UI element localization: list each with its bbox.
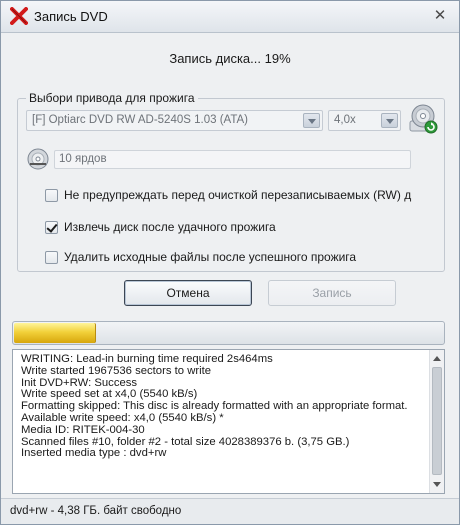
burn-dvd-window: Запись DVD ✕ Запись диска... 19% Выбори … (0, 0, 460, 525)
delete-source-label: Удалить исходные файлы после успешного п… (64, 250, 357, 264)
chevron-down-icon[interactable] (381, 113, 398, 128)
log-line: Scanned files #10, folder #2 - total siz… (21, 436, 350, 448)
copies-field[interactable]: 10 ярдов (54, 150, 411, 169)
burn-log[interactable]: WRITING: Lead-in burning time required 2… (12, 349, 445, 494)
speed-select[interactable]: 4,0x (328, 110, 401, 131)
log-line: Init DVD+RW: Success (21, 377, 138, 389)
cancel-button[interactable]: Отмена (124, 280, 252, 306)
log-scrollbar[interactable] (429, 350, 444, 493)
no-warn-erase-checkbox[interactable] (45, 189, 58, 202)
free-space-text: dvd+rw - 4,38 ГБ. байт свободно (10, 505, 182, 517)
no-warn-erase-label: Не предупреждать перед очисткой перезапи… (64, 188, 412, 202)
log-line: Write speed set at x4,0 (5540 kB/s) (21, 389, 198, 401)
drive-select[interactable]: [F] Optiarc DVD RW AD-5240S 1.03 (ATA) (26, 110, 323, 131)
speed-select-value: 4,0x (334, 114, 356, 126)
status-bar: dvd+rw - 4,38 ГБ. байт свободно (1, 498, 459, 524)
log-line: Inserted media type : dvd+rw (21, 448, 167, 460)
progress-fill (14, 323, 96, 343)
delete-source-checkbox[interactable] (45, 251, 58, 264)
burn-progress-bar (12, 321, 445, 345)
scroll-thumb[interactable] (432, 367, 442, 475)
disc-icon (27, 148, 49, 170)
copies-field-value: 10 ярдов (59, 153, 107, 165)
red-x-icon (10, 7, 28, 25)
write-button[interactable]: Запись (268, 280, 396, 306)
log-line: Write started 1967536 sectors to write (21, 365, 212, 377)
log-line: Media ID: RITEK-004-30 (21, 424, 145, 436)
disc-burn-icon[interactable] (407, 103, 441, 137)
log-line: Available write speed: x4,0 (5540 kB/s) … (21, 412, 224, 424)
title-bar[interactable]: Запись DVD ✕ (1, 1, 459, 33)
drive-selection-group: Выбори привода для прожига [F] Optiarc D… (17, 91, 445, 272)
eject-disc-checkbox[interactable] (45, 221, 58, 234)
eject-disc-label: Извлечь диск после удачного прожига (64, 220, 276, 234)
scroll-up-icon[interactable] (432, 353, 442, 363)
burn-status-text: Запись диска... 19% (169, 51, 291, 66)
group-legend: Выбори привода для прожига (26, 91, 198, 105)
log-line: Formatting skipped: This disc is already… (21, 401, 408, 413)
chevron-down-icon[interactable] (303, 113, 320, 128)
window-title: Запись DVD (34, 9, 108, 24)
log-lines: WRITING: Lead-in burning time required 2… (21, 354, 426, 460)
drive-select-value: [F] Optiarc DVD RW AD-5240S 1.03 (ATA) (32, 114, 249, 126)
scroll-down-icon[interactable] (432, 480, 442, 490)
close-button[interactable]: ✕ (431, 8, 449, 24)
log-line: WRITING: Lead-in burning time required 2… (21, 354, 273, 365)
